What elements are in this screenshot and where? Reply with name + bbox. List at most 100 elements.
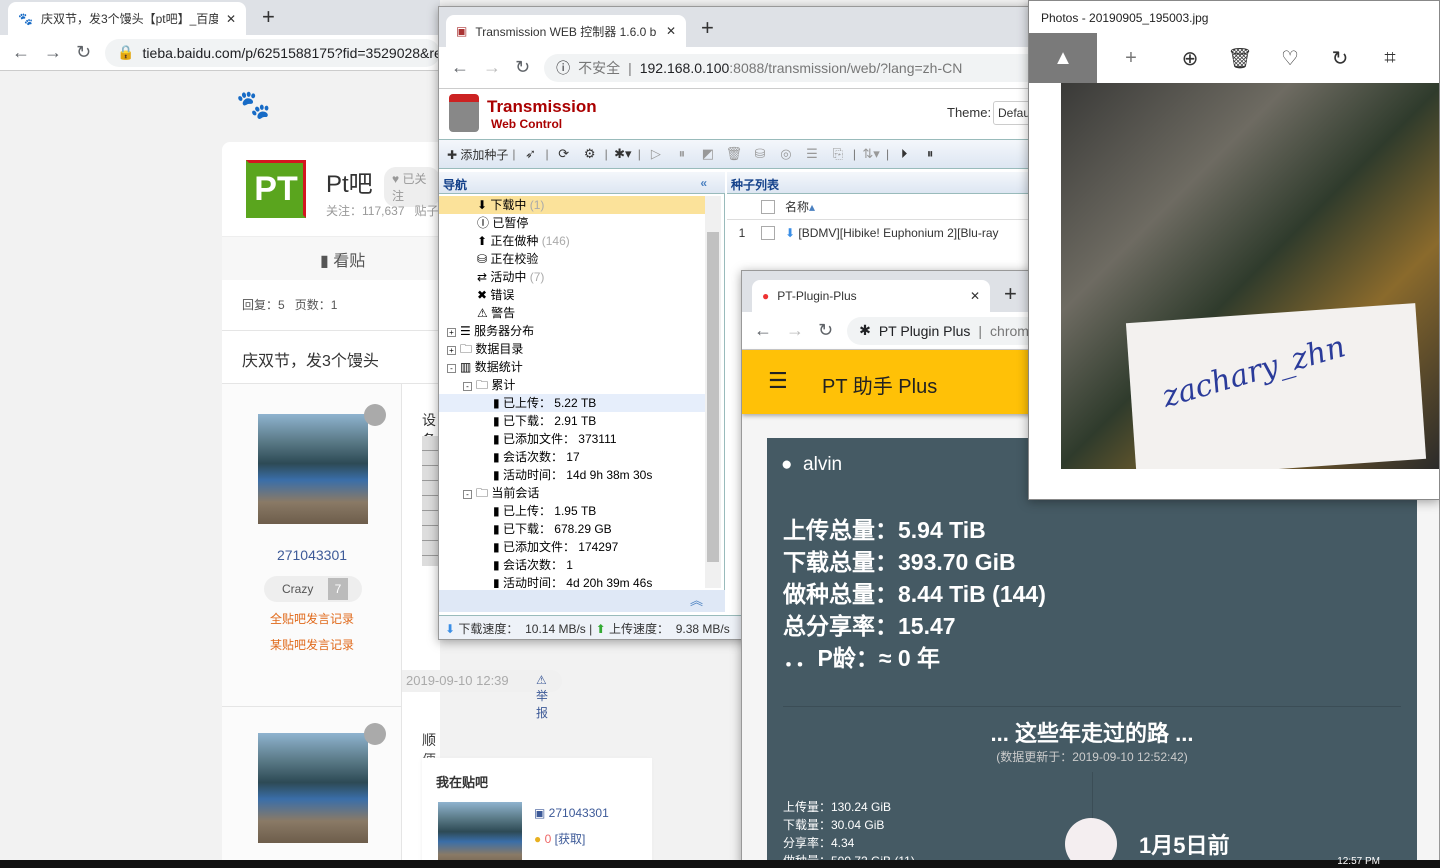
reload-icon[interactable]: ↻ [818, 320, 833, 341]
upload-speed-icon: ⬆ [595, 622, 606, 636]
photos-window: Photos - 20190905_195003.jpg ▲ + ⊕ 🗑 ♡ ↻… [1028, 0, 1440, 500]
back-icon[interactable]: ← [754, 320, 772, 341]
tr-header: Transmission Web Control Theme: Default [439, 89, 1039, 139]
add-torrent-button[interactable]: ✚ 添加种子 [447, 146, 508, 163]
verify-icon[interactable]: ⛁ [749, 146, 771, 162]
file-icon: ▮ [493, 540, 500, 554]
nav-bar: ← → ↻ ⓘ 不安全 | 192.168.0.100:8088/transmissi… [439, 47, 1039, 89]
address-bar[interactable]: 🔒 tieba.baidu.com/p/6251588175?fid=352902… [105, 38, 440, 67]
tree-item[interactable]: ▮ 活动时间： 14d 9h 38m 30s [439, 466, 705, 484]
expand-icon[interactable]: ︽ [690, 590, 703, 609]
tree-item[interactable]: ▮ 已下载： 678.29 GB [439, 520, 705, 538]
chart-icon: ▥ [460, 360, 472, 374]
new-tab-button[interactable]: + [701, 15, 714, 41]
tab-tieba[interactable]: 🐾 庆双节，发3个馒头【pt吧】_百度 ✕ [8, 2, 246, 35]
start-all-icon[interactable]: ⏵ [893, 146, 915, 162]
delete-icon[interactable]: 🗑 [1215, 46, 1265, 71]
tree-item[interactable]: ⛁ 正在校验 [439, 250, 705, 268]
pause-icon[interactable]: ⏸ [671, 146, 693, 162]
favorite-icon[interactable]: ♡ [1265, 46, 1315, 71]
new-tab-button[interactable]: + [262, 4, 275, 30]
copy-icon[interactable]: ⎘ [827, 146, 849, 162]
tree-item[interactable]: - 🗀 累计 [439, 376, 705, 394]
tree-item[interactable]: ▮ 活动时间： 4d 20h 39m 46s [439, 574, 705, 588]
close-icon[interactable]: ✕ [970, 289, 980, 303]
expander-icon[interactable]: - [463, 490, 472, 499]
tab-ptplugin[interactable]: ● PT-Plugin-Plus ✕ [752, 280, 990, 312]
tree-item[interactable]: ▮ 已添加文件： 373111 [439, 430, 705, 448]
collapse-icon[interactable]: « [700, 176, 707, 190]
tree-item[interactable]: ▮ 会话次数： 17 [439, 448, 705, 466]
table-row[interactable]: 1 ⬇ [BDMV][Hibike! Euphonium 2][Blu-ray [727, 220, 1039, 246]
forward-icon[interactable]: → [786, 320, 804, 341]
rotate-icon[interactable]: ↻ [1315, 46, 1365, 71]
tree-item[interactable]: ▮ 会话次数： 1 [439, 556, 705, 574]
link-forum-posts[interactable]: 某贴吧发言记录 [222, 636, 402, 653]
tree-item[interactable]: ▮ 已下载： 2.91 TB [439, 412, 705, 430]
rename-icon[interactable]: ◩ [697, 146, 719, 162]
new-tab-button[interactable]: + [1004, 281, 1017, 307]
tree-item[interactable]: ⬇ 下载中 (1) [439, 196, 705, 214]
avatar[interactable] [258, 414, 368, 524]
tree-item[interactable]: ▮ 已添加文件： 174297 [439, 538, 705, 556]
start-icon[interactable]: ▷ [645, 146, 667, 162]
reload-icon[interactable]: ↻ [76, 42, 91, 63]
expander-icon[interactable]: - [447, 364, 456, 373]
tree-item[interactable]: ⇄ 活动中 (7) [439, 268, 705, 286]
settings-icon[interactable]: ⚙ [579, 146, 601, 162]
tree-item[interactable]: - ▥ 数据统计 [439, 358, 705, 376]
move-icon[interactable]: ☰ [801, 146, 823, 162]
refresh-icon[interactable]: ⟳ [553, 146, 575, 162]
select-all-checkbox[interactable] [761, 199, 775, 214]
forward-icon[interactable]: → [483, 57, 501, 78]
expander-icon[interactable]: - [463, 382, 472, 391]
forward-icon[interactable]: → [44, 42, 62, 63]
tree-scrollbar[interactable] [705, 196, 721, 588]
download-arrow-icon: ⬇ [785, 226, 796, 240]
tree-item[interactable]: + ☰ 服务器分布 [439, 322, 705, 340]
pause-all-icon[interactable]: ⏸ [919, 146, 941, 162]
expander-icon[interactable]: + [447, 328, 456, 337]
forum-logo: PT [246, 160, 306, 218]
back-icon[interactable]: ← [12, 42, 30, 63]
tab-transmission[interactable]: ▣ Transmission WEB 控制器 1.6.0 b ✕ [446, 15, 686, 47]
crop-icon[interactable]: ⌗ [1365, 47, 1415, 70]
image-icon[interactable]: ▲ [1029, 33, 1097, 83]
report-link[interactable]: ⚠举报 [536, 673, 548, 721]
signature-card: 我在贴吧 ▣ 271043301 ● 0 [获取] [422, 758, 652, 868]
back-icon[interactable]: ← [451, 57, 469, 78]
rocket-icon[interactable]: ➶ [520, 146, 542, 162]
link-all-posts[interactable]: 全贴吧发言记录 [222, 610, 402, 627]
download-icon: ⬇ [477, 198, 488, 212]
get-coins-link[interactable]: [获取] [555, 832, 586, 846]
add-icon[interactable]: + [1097, 47, 1165, 70]
plugin-icon[interactable]: ✱▾ [612, 146, 634, 162]
torrent-list: 种子列表 名称 ▴ 1 ⬇ [BDMV][Hibike! Euphonium 2]… [727, 172, 1039, 272]
expander-icon[interactable]: + [447, 346, 456, 355]
tree-item[interactable]: - 🗀 当前会话 [439, 484, 705, 502]
zoom-in-icon[interactable]: ⊕ [1165, 46, 1215, 71]
photos-toolbar: ▲ + ⊕ 🗑 ♡ ↻ ⌗ [1029, 33, 1439, 83]
tree-item[interactable]: ▮ 已上传： 1.95 TB [439, 502, 705, 520]
address-bar[interactable]: ⓘ 不安全 | 192.168.0.100:8088/transmission/web… [544, 53, 1039, 82]
delete-icon[interactable]: 🗑 [723, 146, 745, 162]
row-checkbox[interactable] [761, 226, 775, 240]
tree-item[interactable]: ▮ 已上传： 5.22 TB [439, 394, 705, 412]
tree-item[interactable]: Ⓘ 已暂停 [439, 214, 705, 232]
tieba-browser: 🐾 庆双节，发3个馒头【pt吧】_百度 ✕ + ← → ↻ 🔒 tieba.bai… [0, 0, 652, 868]
tree-item[interactable]: + 🗀 数据目录 [439, 340, 705, 358]
reload-icon[interactable]: ↻ [515, 57, 530, 78]
follow-button[interactable]: ♥ 已关注 [384, 167, 440, 207]
username[interactable]: 271043301 [222, 547, 402, 563]
close-icon[interactable]: ✕ [666, 24, 676, 38]
error-icon: ✖ [477, 288, 488, 302]
sort-icon[interactable]: ⇅▾ [860, 146, 882, 162]
menu-icon[interactable]: ☰ [768, 368, 788, 394]
tree-item[interactable]: ⬆ 正在做种 (146) [439, 232, 705, 250]
tree-item[interactable]: ✖ 错误 [439, 286, 705, 304]
announce-icon[interactable]: ◎ [775, 146, 797, 162]
tab-view-posts[interactable]: ▮ 看贴 [222, 236, 440, 280]
avatar[interactable] [258, 733, 368, 843]
tree-item[interactable]: ⚠ 警告 [439, 304, 705, 322]
close-icon[interactable]: ✕ [226, 12, 236, 26]
